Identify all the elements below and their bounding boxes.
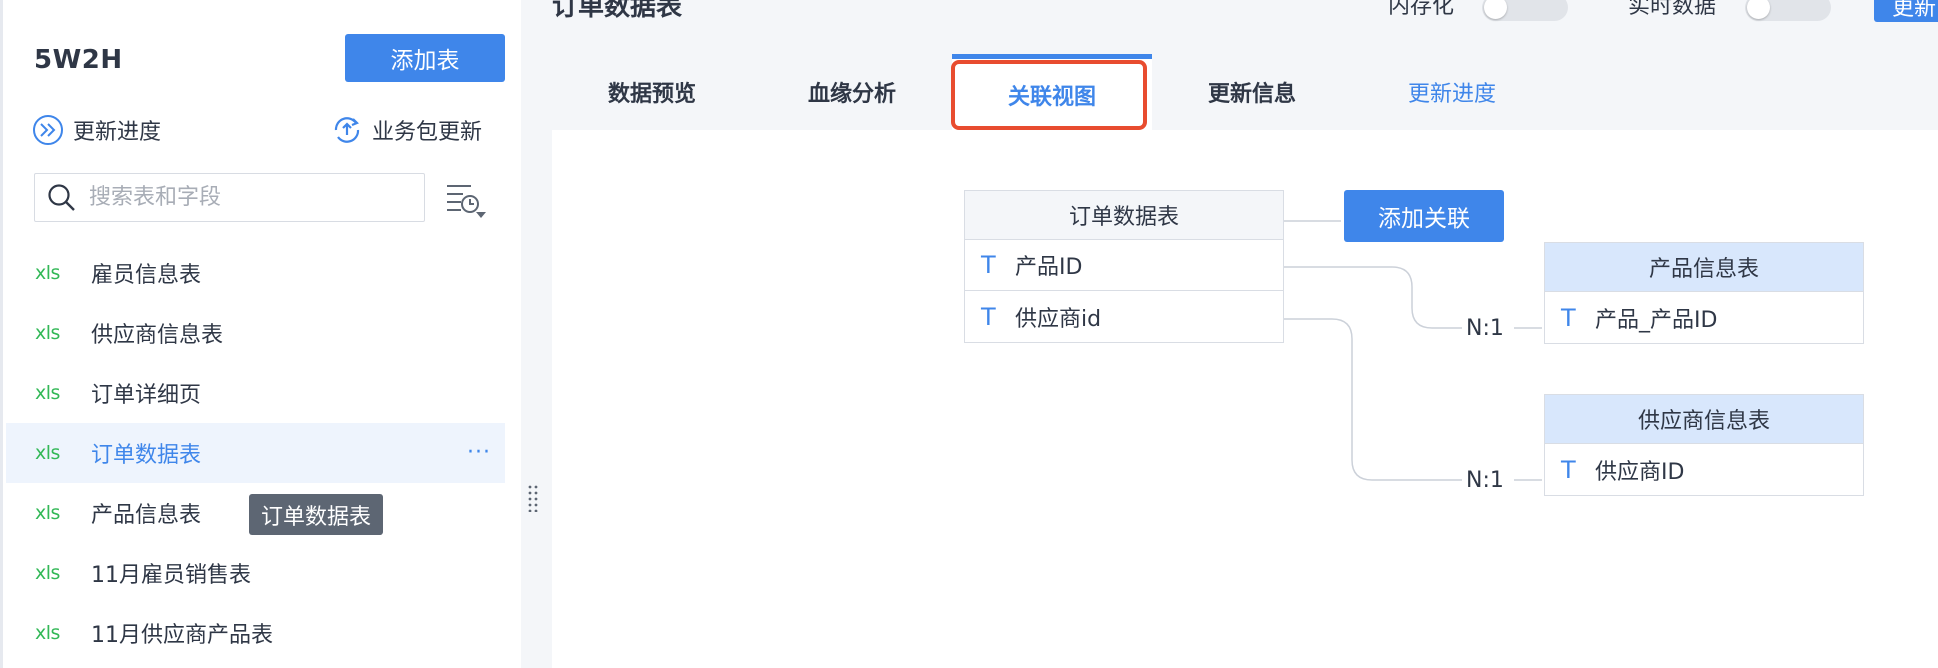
table-name: 产品信息表 [91, 503, 202, 528]
source-field[interactable]: T 供应商id [965, 291, 1283, 342]
refresh-upload-icon [334, 117, 360, 143]
xls-file-icon: xls [35, 382, 60, 404]
xls-file-icon: xls [35, 262, 60, 284]
table-name: 订单数据表 [91, 443, 202, 468]
search-icon [48, 183, 75, 211]
package-update-label: 业务包更新 [372, 120, 483, 145]
xls-file-icon: xls [35, 442, 60, 464]
table-name: 订单详细页 [91, 383, 202, 408]
more-options-icon[interactable]: ··· [467, 440, 491, 465]
tab-update-progress[interactable]: 更新进度 [1352, 54, 1552, 130]
table-name: 11月供应商产品表 [91, 623, 273, 648]
related-table-card[interactable]: 产品信息表 T 产品_产品ID [1544, 242, 1864, 344]
field-name: 供应商ID [1595, 459, 1685, 485]
source-table-card: 订单数据表 T 产品ID T 供应商id [964, 190, 1284, 343]
resize-handle-icon[interactable] [527, 484, 539, 512]
realtime-toggle[interactable] [1745, 0, 1831, 21]
cardinality-label: N:1 [1466, 468, 1504, 493]
cardinality-label: N:1 [1466, 316, 1504, 341]
text-type-icon: T [1561, 303, 1576, 332]
sidebar: 5W2H 添加表 更新进度 业务包更新 搜索表和字段 xls 雇员信息表 xls… [0, 0, 521, 668]
persist-toggle[interactable] [1482, 0, 1568, 21]
table-list: xls 雇员信息表 xls 供应商信息表 xls 订单详细页 xls 订单数据表… [6, 243, 505, 663]
toggle-knob [1484, 0, 1507, 19]
update-progress-link[interactable]: 更新进度 [32, 113, 161, 147]
table-name-tooltip: 订单数据表 [249, 494, 384, 535]
source-table-title: 订单数据表 [965, 191, 1283, 240]
sidebar-divider [521, 0, 552, 668]
text-type-icon: T [1561, 455, 1576, 484]
relation-diagram: 订单数据表 T 产品ID T 供应商id N:1 产品信息表 T 产品_产品ID… [552, 130, 1938, 668]
table-list-item[interactable]: xls 订单详细页 [6, 363, 505, 423]
table-list-item[interactable]: xls 雇员信息表 [6, 243, 505, 303]
table-list-item[interactable]: xls 11月供应商产品表 [6, 603, 505, 663]
add-relation-button[interactable]: 添加关联 [1344, 190, 1504, 242]
update-button[interactable]: 更新 [1874, 0, 1938, 22]
source-field[interactable]: T 产品ID [965, 240, 1283, 291]
toggle-knob [1747, 0, 1770, 19]
header: 订单数据表 内存化 实时数据 更新 [552, 0, 1938, 54]
table-list-item-active[interactable]: xls 订单数据表 ··· [6, 423, 505, 483]
tab-update-info[interactable]: 更新信息 [1152, 54, 1352, 130]
tab-data-preview[interactable]: 数据预览 [552, 54, 752, 130]
field-name: 供应商id [1015, 306, 1102, 332]
update-progress-label: 更新进度 [73, 120, 162, 145]
table-list-item[interactable]: xls 供应商信息表 [6, 303, 505, 363]
persist-label: 内存化 [1388, 0, 1455, 19]
xls-file-icon: xls [35, 502, 60, 524]
main-panel: 订单数据表 内存化 实时数据 更新 数据预览 血缘分析 关联视图 更新信息 更新… [552, 0, 1938, 668]
table-name: 供应商信息表 [91, 323, 224, 348]
add-table-button[interactable]: 添加表 [345, 34, 505, 82]
table-name: 雇员信息表 [91, 263, 202, 288]
package-update-link[interactable]: 业务包更新 [331, 113, 482, 147]
table-name: 11月雇员销售表 [91, 563, 251, 588]
related-table-title: 供应商信息表 [1545, 395, 1863, 444]
text-type-icon: T [981, 302, 996, 331]
field-name: 产品ID [1015, 255, 1083, 280]
related-table-card[interactable]: 供应商信息表 T 供应商ID [1544, 394, 1864, 496]
realtime-label: 实时数据 [1628, 0, 1717, 19]
search-input[interactable] [89, 185, 409, 210]
tabs-bar: 数据预览 血缘分析 关联视图 更新信息 更新进度 [552, 54, 1938, 130]
page-title: 订单数据表 [552, 0, 683, 22]
field-name: 产品_产品ID [1595, 307, 1718, 333]
filter-sort-icon[interactable] [443, 178, 487, 222]
xls-file-icon: xls [35, 622, 60, 644]
tab-lineage[interactable]: 血缘分析 [752, 54, 952, 130]
project-title: 5W2H [34, 45, 123, 75]
related-field: T 产品_产品ID [1545, 292, 1863, 343]
text-type-icon: T [981, 251, 996, 279]
double-chevron-icon [33, 115, 63, 145]
xls-file-icon: xls [35, 322, 60, 344]
related-table-title: 产品信息表 [1545, 243, 1863, 292]
related-field: T 供应商ID [1545, 444, 1863, 495]
search-box [34, 173, 425, 222]
xls-file-icon: xls [35, 562, 60, 584]
table-list-item[interactable]: xls 11月雇员销售表 [6, 543, 505, 603]
tab-relation-view[interactable]: 关联视图 [952, 54, 1152, 130]
